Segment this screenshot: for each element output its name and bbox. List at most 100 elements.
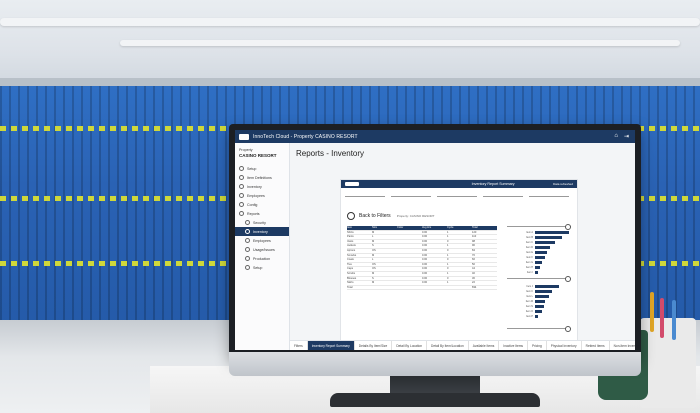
filter-dropdown[interactable] — [529, 191, 569, 197]
range-slider[interactable] — [507, 276, 571, 282]
page-title: Reports - Inventory — [296, 149, 365, 158]
sidebar-item-label: Employees — [253, 238, 271, 243]
sidebar-item-label: Production — [253, 256, 271, 261]
filter-dropdown[interactable] — [437, 191, 477, 197]
inventory-table: Item Size Color Avg Hrs Cycle Total Shirts M 0.0… — [347, 226, 497, 291]
table-cell — [397, 244, 422, 248]
table-cell: Smocks — [347, 253, 357, 257]
tab-retired-items[interactable]: Retired Items — [582, 341, 610, 350]
sidebar-item-label: Security — [253, 220, 266, 225]
pencil — [672, 300, 676, 340]
table-cell: 0 — [447, 276, 449, 280]
report-tabs: Filters Inventory Report Summary Details B… — [290, 340, 635, 350]
sidebar-item-reports[interactable]: Reports — [235, 209, 289, 218]
bar — [535, 310, 542, 313]
column-header[interactable]: Avg Hrs — [422, 226, 447, 230]
table-cell: M — [372, 281, 375, 285]
sidebar-item-label: Setup — [253, 265, 263, 270]
ceiling-duct — [0, 18, 700, 26]
tab-inactive-items[interactable]: Inactive Items — [499, 341, 529, 350]
table-row[interactable]: Total 834 — [347, 286, 497, 291]
table-cell — [397, 240, 422, 244]
tab-details-by-item-size[interactable]: Details By Item/Size — [355, 341, 393, 350]
bar-label: Item I — [527, 271, 533, 274]
table-cell: 30 — [472, 276, 475, 280]
back-arrow-icon — [347, 212, 355, 220]
sidebar-item-setup[interactable]: Setup — [235, 164, 289, 173]
column-header[interactable]: Item — [347, 226, 372, 230]
home-icon[interactable]: ⌂ — [614, 133, 618, 140]
table-cell: Ties — [347, 262, 352, 266]
table-cell: 110 — [472, 235, 477, 239]
logout-icon[interactable]: ⇥ — [624, 133, 629, 140]
table-cell: Jackets — [347, 244, 356, 248]
menu-bullet-icon — [245, 229, 250, 234]
tab-filters[interactable]: Filters — [290, 341, 308, 350]
column-header[interactable]: Size — [372, 226, 397, 230]
bar — [535, 251, 547, 254]
filter-dropdown[interactable] — [483, 191, 523, 197]
table-cell — [397, 254, 422, 258]
bar — [535, 261, 542, 264]
sidebar-item-item-definitions[interactable]: Item Definitions — [235, 173, 289, 182]
menu-bullet-icon — [239, 184, 244, 189]
tab-detail-by-item-location[interactable]: Detail By Item/Location — [427, 341, 469, 350]
menu-bullet-icon — [239, 175, 244, 180]
table-cell: 0.00 — [422, 258, 428, 262]
column-header[interactable]: Cycle — [447, 226, 472, 230]
table-cell: Total — [347, 285, 353, 289]
column-header[interactable]: Total — [472, 226, 497, 230]
table-cell: M — [372, 253, 375, 257]
pencil — [650, 292, 654, 332]
table-cell: 1 — [447, 281, 449, 285]
table-cell: 0.00 — [422, 235, 428, 239]
table-cell: Scrubs — [347, 271, 356, 275]
filter-dropdown[interactable] — [345, 191, 385, 197]
sidebar-item-usage-issues[interactable]: Usage/Issues — [235, 245, 289, 254]
bar-chart-top: Item A Item B Item C Item D Item E Item F Item… — [507, 230, 571, 275]
menu-bullet-icon — [245, 256, 250, 261]
bar — [535, 305, 544, 308]
tab-physical-inventory[interactable]: Physical Inventory — [547, 341, 582, 350]
tab-inventory-report-summary[interactable]: Inventory Report Summary — [307, 341, 355, 350]
sidebar-item-config[interactable]: Config — [235, 200, 289, 209]
bar — [535, 241, 556, 244]
sidebar-item-employees[interactable]: Employees — [235, 191, 289, 200]
sidebar-item-security[interactable]: Security — [235, 218, 289, 227]
range-slider[interactable] — [507, 224, 571, 230]
tab-non-item-inventory[interactable]: Non-Item Inventory — [610, 341, 635, 350]
sidebar-item-production[interactable]: Production — [235, 254, 289, 263]
garment-rail — [0, 78, 700, 86]
filter-dropdown[interactable] — [391, 191, 431, 197]
menu-bullet-icon — [239, 166, 244, 171]
table-cell: Blouses — [347, 276, 357, 280]
table-cell: 1 — [447, 271, 449, 275]
table-cell: 0.00 — [422, 253, 428, 257]
table-cell: L — [372, 235, 374, 239]
table-cell: 0.00 — [422, 281, 428, 285]
sidebar-item-inventory[interactable]: Inventory — [235, 227, 289, 236]
bar-label: Item N — [525, 305, 533, 308]
sidebar-item-inventory[interactable]: Inventory — [235, 182, 289, 191]
menu-bullet-icon — [245, 265, 250, 270]
table-cell: 1 — [447, 262, 449, 266]
pencil-cup — [640, 318, 696, 408]
ceiling-duct — [120, 40, 680, 46]
bar-row[interactable]: Item P — [507, 314, 571, 319]
bar-row[interactable]: Item I — [507, 270, 571, 275]
bar — [535, 290, 552, 293]
sidebar-item-employees[interactable]: Employees — [235, 236, 289, 245]
tab-pricing[interactable]: Pricing — [528, 341, 547, 350]
tab-detail-by-location[interactable]: Detail By Location — [392, 341, 428, 350]
table-cell — [447, 286, 472, 290]
app-title: InnoTech Cloud - Property CASINO RESORT — [253, 133, 358, 140]
table-cell: 90 — [472, 244, 475, 248]
column-header[interactable]: Color — [397, 226, 422, 230]
back-to-filters-button[interactable]: Back to Filters Property: CASINO RESORT — [347, 212, 434, 220]
sidebar-item-setup[interactable]: Setup — [235, 263, 289, 272]
table-cell — [397, 272, 422, 276]
tab-available-items[interactable]: Available Items — [469, 341, 500, 350]
table-cell — [397, 258, 422, 262]
bar — [535, 300, 546, 303]
range-slider[interactable] — [507, 326, 571, 332]
